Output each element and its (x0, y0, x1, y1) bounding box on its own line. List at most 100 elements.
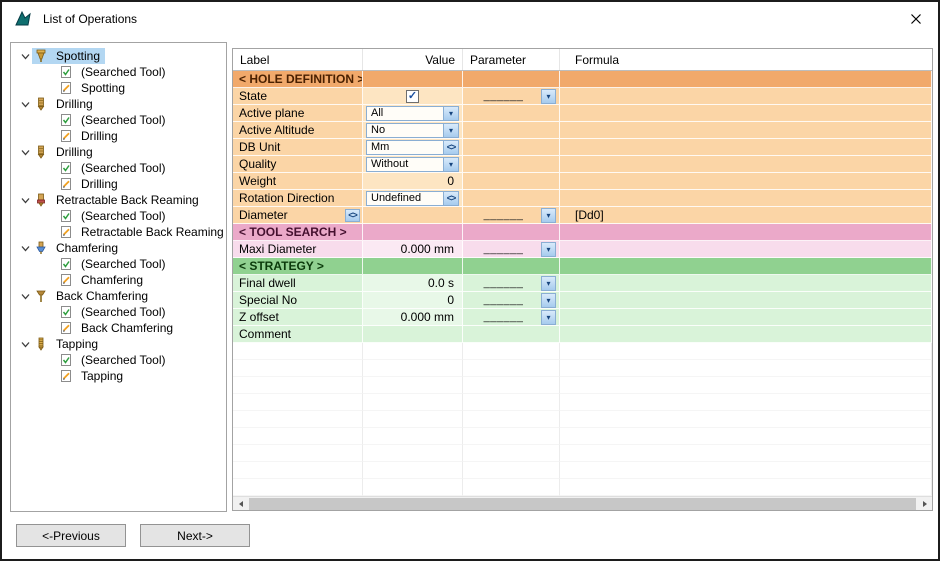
tree-item-label: (Searched Tool) (78, 353, 169, 367)
chevron-down-icon[interactable] (18, 243, 32, 254)
chamfer-tool-icon (34, 241, 49, 255)
horizontal-scrollbar[interactable] (233, 496, 932, 510)
db-unit-value-spinner[interactable]: Mm<> (366, 140, 459, 155)
searched-tool-icon (59, 209, 74, 223)
tree-item-searched-tool[interactable]: (Searched Tool) (11, 256, 226, 272)
state-parameter-dropdown[interactable]: ______▾ (466, 89, 556, 104)
dropdown-arrow-icon[interactable]: ▾ (541, 293, 556, 308)
param-row-special-no: Special No0______▾ (233, 292, 932, 309)
param-row-diameter: Diameter<>______▾[Dd0] (233, 207, 932, 224)
dropdown-arrow-icon[interactable]: ▾ (541, 310, 556, 325)
tree-item-drilling[interactable]: Drilling (11, 96, 226, 112)
value-text[interactable]: 0.0 s (363, 276, 462, 290)
active-plane-value-dropdown[interactable]: All▾ (366, 106, 459, 121)
chevron-down-icon[interactable] (18, 99, 32, 110)
tree-item-back-chamfering[interactable]: Back Chamfering (11, 320, 226, 336)
tree-item-drilling[interactable]: Drilling (11, 128, 226, 144)
chevron-down-icon[interactable] (18, 339, 32, 350)
empty-row (233, 394, 932, 411)
state-checkbox[interactable]: ✓ (406, 90, 419, 103)
value-text[interactable]: 0.000 mm (363, 242, 462, 256)
tree-item-searched-tool[interactable]: (Searched Tool) (11, 352, 226, 368)
tree-item-retractable-back-reaming[interactable]: Retractable Back Reaming (11, 224, 226, 240)
dropdown-arrow-icon[interactable]: ▾ (541, 89, 556, 104)
scroll-left-icon[interactable] (233, 497, 248, 511)
value-text[interactable]: 0 (363, 174, 462, 188)
operation-icon (59, 273, 74, 287)
parameters-table: Label Value Parameter Formula < HOLE DEF… (232, 48, 933, 511)
tree-item-chamfering[interactable]: Chamfering (11, 240, 226, 256)
tree-item-label: Drilling (53, 145, 96, 159)
value-text: All (367, 107, 443, 119)
tree-item-label: Spotting (78, 81, 128, 95)
dropdown-arrow-icon[interactable]: ▾ (541, 242, 556, 257)
next-button[interactable]: Next-> (140, 524, 250, 547)
parameter-placeholder: ______ (466, 311, 541, 323)
param-row-db-unit: DB Unit Mm<> (233, 139, 932, 156)
tree-item-back-chamfering[interactable]: Back Chamfering (11, 288, 226, 304)
chevron-down-icon[interactable] (18, 291, 32, 302)
label-spinner-icon[interactable]: <> (345, 209, 360, 222)
scroll-right-icon[interactable] (917, 497, 932, 511)
tree-item-drilling[interactable]: Drilling (11, 144, 226, 160)
quality-value-dropdown[interactable]: Without▾ (366, 157, 459, 172)
z-offset-parameter-dropdown[interactable]: ______▾ (466, 310, 556, 325)
tree-item-label: Drilling (78, 177, 121, 191)
value-text: Without (367, 158, 443, 170)
dropdown-arrow-icon[interactable]: ▾ (443, 158, 458, 171)
operation-icon (59, 177, 74, 191)
param-row-active-altitude: Active AltitudeNo▾ (233, 122, 932, 139)
tree-item-searched-tool[interactable]: (Searched Tool) (11, 304, 226, 320)
tree-item-chamfering[interactable]: Chamfering (11, 272, 226, 288)
searched-tool-icon (59, 161, 74, 175)
searched-tool-icon (59, 113, 74, 127)
tree-item-spotting[interactable]: Spotting (11, 80, 226, 96)
tree-item-drilling[interactable]: Drilling (11, 176, 226, 192)
previous-button[interactable]: <-Previous (16, 524, 126, 547)
tree-item-searched-tool[interactable]: (Searched Tool) (11, 64, 226, 80)
rotation-direction-value-spinner[interactable]: Undefined<> (366, 191, 459, 206)
tree-item-label: Back Chamfering (53, 289, 151, 303)
tree-item-tapping[interactable]: Tapping (11, 368, 226, 384)
dropdown-arrow-icon[interactable]: ▾ (443, 124, 458, 137)
section-title: < HOLE DEFINITION > (233, 72, 363, 86)
window-title: List of Operations (43, 12, 137, 26)
dropdown-arrow-icon[interactable]: ▾ (541, 208, 556, 223)
row-label: Comment (233, 327, 291, 341)
column-header-parameter: Parameter (463, 49, 560, 70)
diameter-parameter-dropdown[interactable]: ______▾ (466, 208, 556, 223)
scrollbar-thumb[interactable] (249, 498, 916, 510)
chevron-down-icon[interactable] (18, 51, 32, 62)
tree-item-searched-tool[interactable]: (Searched Tool) (11, 160, 226, 176)
active-altitude-value-dropdown[interactable]: No▾ (366, 123, 459, 138)
parameter-placeholder: ______ (466, 277, 541, 289)
maxi-diameter-parameter-dropdown[interactable]: ______▾ (466, 242, 556, 257)
section-title: < TOOL SEARCH > (233, 225, 347, 239)
special-no-parameter-dropdown[interactable]: ______▾ (466, 293, 556, 308)
tree-item-tapping[interactable]: Tapping (11, 336, 226, 352)
tree-item-retractable-back-reaming[interactable]: Retractable Back Reaming (11, 192, 226, 208)
tree-item-spotting[interactable]: Spotting (11, 48, 226, 64)
empty-row (233, 411, 932, 428)
value-text: Mm (367, 141, 443, 153)
row-label: Rotation Direction (233, 191, 334, 205)
tree-item-searched-tool[interactable]: (Searched Tool) (11, 112, 226, 128)
dropdown-arrow-icon[interactable]: ▾ (541, 276, 556, 291)
tree-item-label: Spotting (53, 49, 103, 63)
row-label: DB Unit (233, 140, 280, 154)
tree-item-label: (Searched Tool) (78, 305, 169, 319)
chevron-down-icon[interactable] (18, 147, 32, 158)
spinner-icon[interactable]: <> (443, 141, 458, 154)
tree-item-searched-tool[interactable]: (Searched Tool) (11, 208, 226, 224)
chevron-down-icon[interactable] (18, 195, 32, 206)
dropdown-arrow-icon[interactable]: ▾ (443, 107, 458, 120)
operation-icon (59, 369, 74, 383)
final-dwell-parameter-dropdown[interactable]: ______▾ (466, 276, 556, 291)
value-text[interactable]: 0.000 mm (363, 310, 462, 324)
parameter-placeholder: ______ (466, 90, 541, 102)
spinner-icon[interactable]: <> (443, 192, 458, 205)
close-button[interactable] (906, 9, 926, 29)
parameter-placeholder: ______ (466, 294, 541, 306)
value-text[interactable]: 0 (363, 293, 462, 307)
param-row-maxi-diameter: Maxi Diameter0.000 mm______▾ (233, 241, 932, 258)
